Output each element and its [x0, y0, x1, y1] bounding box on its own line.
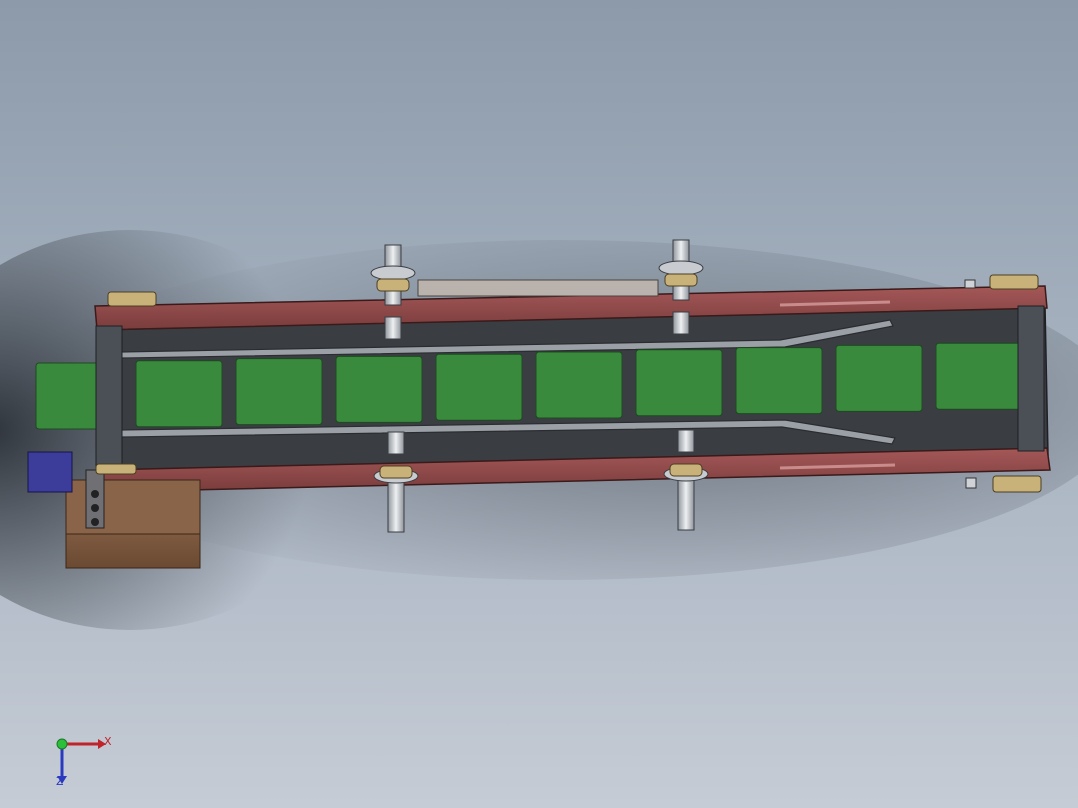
standoff-collar	[658, 260, 704, 276]
belt-pad	[135, 360, 223, 428]
top-cover-plate	[417, 279, 659, 297]
orientation-triad[interactable]: X Z	[40, 724, 120, 794]
end-plate-right	[1017, 305, 1045, 452]
belt-pad	[935, 342, 1023, 410]
frame-screw	[964, 279, 976, 289]
standoff-clamp	[669, 463, 703, 477]
belt-pad	[535, 351, 623, 419]
belt-pad	[335, 355, 423, 423]
frame-screw	[965, 477, 977, 489]
end-plate-left	[95, 325, 123, 472]
bolt-hole	[91, 490, 99, 498]
belt-pad	[735, 347, 823, 415]
belt-pad	[435, 353, 523, 421]
standoff-clamp	[376, 278, 410, 292]
roller-mount-top-right	[989, 274, 1039, 290]
standoff-collar	[370, 265, 416, 281]
bolt-hole	[91, 504, 99, 512]
x-axis-label: X	[104, 735, 112, 748]
belt-pad	[635, 349, 723, 417]
belt-pad	[835, 344, 923, 412]
roller-mount-top-left	[107, 291, 157, 307]
y-axis-dot	[56, 738, 68, 750]
standoff-inner	[677, 429, 695, 453]
belt-pad	[235, 358, 323, 426]
roller-mount-bottom-right	[992, 475, 1042, 493]
coupling	[95, 463, 137, 475]
standoff-clamp	[664, 273, 698, 287]
bolt-hole	[91, 518, 99, 526]
standoff-inner	[387, 431, 405, 455]
conveyor-model[interactable]	[0, 0, 1078, 808]
cad-viewport[interactable]: X Z	[0, 0, 1078, 808]
standoff-inner	[384, 316, 402, 340]
bracket	[27, 451, 73, 493]
z-axis-label: Z	[56, 775, 64, 788]
standoff-inner	[672, 311, 690, 335]
standoff-clamp	[379, 465, 413, 479]
